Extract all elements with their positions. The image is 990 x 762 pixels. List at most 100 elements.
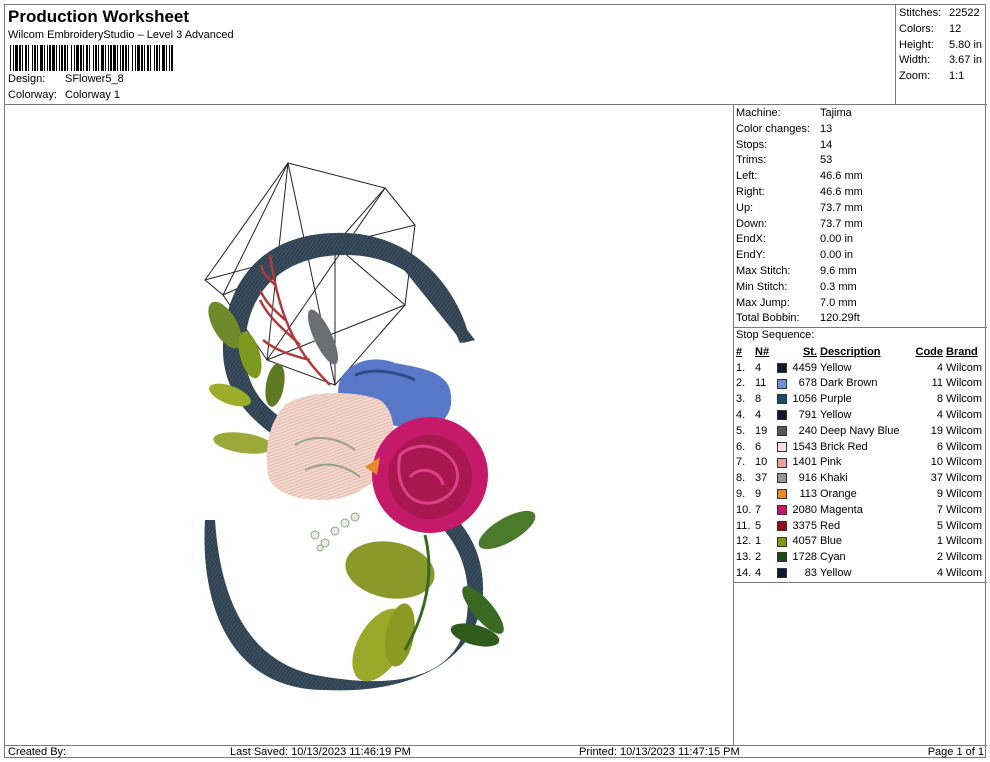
- stop-brand: Wilcom: [946, 440, 983, 453]
- summary-box: Stitches: 22522 Colors: 12 Height: 5.80 in …: [895, 5, 987, 105]
- color-swatch-cell: [777, 518, 791, 534]
- stop-number: 10.: [736, 503, 752, 516]
- color-swatch: [777, 441, 787, 452]
- stop-code: 37: [930, 472, 943, 485]
- color-swatch-cell: [777, 549, 791, 565]
- stat-value: 46.6 mm: [820, 170, 863, 183]
- stat-row: Total Bobbin: 120.29ft: [734, 311, 987, 327]
- stat-row: EndY: 0.00 in: [734, 248, 987, 264]
- stop-description: Orange: [820, 488, 857, 501]
- stat-row: Machine: Tajima: [734, 106, 987, 122]
- stat-label: Total Bobbin:: [736, 312, 800, 325]
- design-row: Design: SFlower5_8: [8, 73, 124, 85]
- stop-number: 8.: [736, 472, 746, 485]
- stat-label: Right:: [736, 185, 765, 198]
- stop-needle: 7: [755, 503, 762, 516]
- stop-code: 5: [936, 519, 943, 532]
- stop-stitches: 678: [798, 377, 817, 390]
- stat-label: EndY:: [736, 249, 766, 262]
- stop-brand: Wilcom: [946, 503, 983, 516]
- summary-value: 5.80 in: [949, 38, 983, 51]
- stop-brand: Wilcom: [946, 424, 983, 437]
- stop-number: 11.: [736, 519, 751, 532]
- stop-number: 3.: [736, 393, 746, 406]
- color-swatch-cell: [777, 534, 791, 550]
- col-stitches: St.: [802, 345, 817, 358]
- stop-description: Yellow: [820, 361, 852, 374]
- summary-row-height: Height: 5.80 in: [896, 38, 987, 54]
- stop-description: Blue: [820, 535, 843, 548]
- stat-label: EndX:: [736, 233, 766, 246]
- col-code: Code: [915, 345, 944, 358]
- stat-label: Machine:: [736, 107, 781, 119]
- stat-row: Down: 73.7 mm: [734, 217, 987, 233]
- color-swatch-cell: [777, 423, 791, 439]
- stop-needle: 1: [755, 535, 762, 548]
- stop-description: Magenta: [820, 503, 863, 516]
- color-swatch: [777, 520, 787, 531]
- stat-label: Max Jump:: [736, 296, 790, 309]
- stop-description: Brick Red: [820, 440, 868, 453]
- stop-stitches: 1401: [792, 456, 817, 469]
- color-swatch-cell: [777, 486, 791, 502]
- stop-row: 8. 37 916 Khaki 37 Wilcom: [735, 470, 986, 486]
- stop-sequence-header-row: # N# St. Description Code Brand: [735, 344, 986, 360]
- stop-description: Khaki: [820, 472, 848, 485]
- stop-code: 9: [936, 488, 943, 501]
- stop-description: Red: [820, 519, 841, 532]
- created-by: Created By:: [8, 746, 67, 758]
- stop-number: 4.: [736, 409, 746, 422]
- stop-stitches: 4057: [792, 535, 817, 548]
- stop-brand: Wilcom: [946, 488, 983, 501]
- summary-row-width: Width: 3.67 in: [896, 53, 987, 69]
- color-swatch: [777, 394, 787, 405]
- embroidery-design-image: [204, 162, 536, 691]
- color-swatch-cell: [777, 407, 791, 423]
- stop-stitches: 1056: [792, 393, 817, 406]
- color-swatch: [777, 473, 787, 484]
- color-swatch: [777, 410, 787, 421]
- color-swatch: [777, 552, 787, 563]
- stop-brand: Wilcom: [946, 409, 983, 422]
- summary-label: Stitches:: [899, 7, 942, 19]
- stop-row: 5. 19 240 Deep Navy Blue 19 Wilcom: [735, 423, 986, 439]
- stop-brand: Wilcom: [946, 377, 983, 390]
- stop-needle: 2: [755, 551, 762, 564]
- stop-stitches: 113: [799, 488, 817, 501]
- stat-row: Right: 46.6 mm: [734, 185, 987, 201]
- stop-sequence: Stop Sequence: # N# St. Description Code…: [734, 328, 987, 583]
- small-white-flowers: [310, 512, 360, 552]
- magenta-peony: [372, 417, 488, 533]
- col-number: #: [736, 345, 743, 358]
- stat-label: Trims:: [736, 154, 767, 167]
- color-swatch: [777, 536, 787, 547]
- color-swatch-cell: [777, 439, 791, 455]
- barcode: [10, 45, 173, 71]
- machine-stats: Machine: Tajima Color changes: 13 Stops: 14 Tr…: [734, 105, 987, 329]
- stat-value: 13: [820, 122, 833, 135]
- colorway-label: Colorway:: [8, 89, 57, 101]
- color-swatch-cell: [777, 470, 791, 486]
- stop-row: 3. 8 1056 Purple 8 Wilcom: [735, 391, 986, 407]
- stop-sequence-table: # N# St. Description Code Brand 1. 4 4459 Y…: [735, 344, 986, 581]
- stop-needle: 4: [755, 567, 762, 579]
- stop-stitches: 791: [798, 409, 817, 422]
- summary-row-zoom: Zoom: 1:1: [896, 69, 987, 85]
- stop-code: 10: [930, 456, 943, 469]
- stat-value: 120.29ft: [820, 312, 860, 325]
- stat-row: Max Jump: 7.0 mm: [734, 296, 987, 312]
- col-brand: Brand: [946, 345, 978, 358]
- info-panel: Machine: Tajima Color changes: 13 Stops: 14 Tr…: [734, 105, 987, 745]
- color-swatch: [777, 457, 787, 468]
- stop-description: Pink: [820, 456, 842, 469]
- stat-value: 0.00 in: [820, 249, 854, 262]
- stop-description: Yellow: [820, 409, 852, 422]
- stop-number: 14.: [736, 567, 752, 579]
- stat-row: Up: 73.7 mm: [734, 201, 987, 217]
- stat-value: 46.6 mm: [820, 185, 863, 198]
- summary-label: Zoom:: [899, 70, 931, 83]
- stop-needle: 4: [755, 361, 762, 374]
- stop-number: 7.: [736, 456, 746, 469]
- summary-value: 12: [949, 22, 962, 35]
- color-swatch-cell: [777, 455, 791, 471]
